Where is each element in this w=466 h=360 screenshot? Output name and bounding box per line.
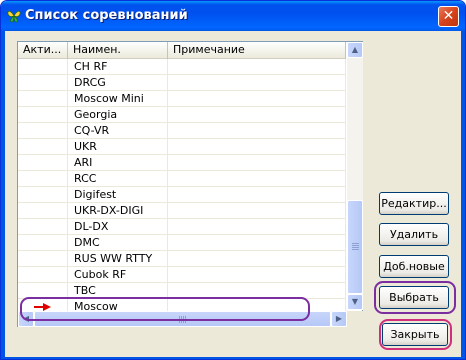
cell-note: [168, 203, 346, 219]
cell-note: [168, 139, 346, 155]
select-button[interactable]: Выбрать: [379, 286, 449, 309]
list-row[interactable]: Georgia: [18, 107, 346, 123]
list-row[interactable]: DL-DX: [18, 219, 346, 235]
cell-active: [18, 203, 68, 219]
cell-name: CQ-VR: [68, 123, 168, 139]
close-window-button[interactable]: ✕: [438, 6, 459, 27]
cell-active: [18, 235, 68, 251]
cell-name: RUS WW RTTY: [68, 251, 168, 267]
delete-button[interactable]: Удалить: [379, 223, 449, 246]
cell-note: [168, 235, 346, 251]
add-new-button[interactable]: Доб.новые: [379, 255, 449, 278]
cell-active: [18, 267, 68, 283]
list-row[interactable]: ARI: [18, 155, 346, 171]
cell-name: UKR-DX-DIGI: [68, 203, 168, 219]
cell-note: [168, 107, 346, 123]
butterfly-icon: [7, 10, 21, 23]
cell-name: DRCG: [68, 75, 168, 91]
cell-name: Moscow Mini: [68, 91, 168, 107]
cell-active: [18, 107, 68, 123]
column-header-active[interactable]: Акти...: [18, 42, 68, 59]
selection-highlight-ring: [20, 297, 310, 321]
cell-name: RCC: [68, 171, 168, 187]
list-row[interactable]: Digifest: [18, 187, 346, 203]
cell-note: [168, 267, 346, 283]
vertical-scrollbar[interactable]: ▲ ▼: [347, 42, 363, 310]
scrollbar-corner: [347, 311, 363, 327]
cell-name: UKR: [68, 139, 168, 155]
cell-name: CH RF: [68, 59, 168, 75]
cell-active: [18, 59, 68, 75]
column-header-name[interactable]: Наимен.: [68, 42, 168, 59]
cell-active: [18, 123, 68, 139]
cell-active: [18, 91, 68, 107]
cell-name: DL-DX: [68, 219, 168, 235]
list-row[interactable]: RCC: [18, 171, 346, 187]
scroll-down-button[interactable]: ▼: [347, 294, 363, 310]
cell-name: ARI: [68, 155, 168, 171]
cell-note: [168, 187, 346, 203]
list-row[interactable]: UKR: [18, 139, 346, 155]
competition-list[interactable]: Акти... Наимен. Примечание CH RF DRCG Mosc…: [17, 41, 363, 327]
cell-note: [168, 171, 346, 187]
list-header: Акти... Наимен. Примечание: [18, 42, 346, 59]
list-row[interactable]: DMC: [18, 235, 346, 251]
cell-active: [18, 139, 68, 155]
list-row[interactable]: DRCG: [18, 75, 346, 91]
scroll-up-button[interactable]: ▲: [347, 42, 363, 58]
cell-name: Georgia: [68, 107, 168, 123]
close-button[interactable]: Закрыть: [382, 323, 448, 346]
cell-active: [18, 251, 68, 267]
edit-button[interactable]: Редактир...: [379, 192, 449, 215]
cell-active: [18, 171, 68, 187]
window-title: Список соревнований: [25, 8, 188, 23]
cell-active: [18, 155, 68, 171]
list-row[interactable]: CH RF: [18, 59, 346, 75]
list-row[interactable]: UKR-DX-DIGI: [18, 203, 346, 219]
cell-name: Digifest: [68, 187, 168, 203]
competition-list-window: Список соревнований ✕ Акти... Наимен. Пр…: [0, 0, 466, 360]
list-row[interactable]: Cubok RF: [18, 267, 346, 283]
cell-note: [168, 251, 346, 267]
vertical-scroll-thumb[interactable]: [347, 200, 363, 294]
cell-active: [18, 187, 68, 203]
cell-active: [18, 75, 68, 91]
scroll-right-button[interactable]: ▶: [331, 311, 347, 327]
list-row[interactable]: CQ-VR: [18, 123, 346, 139]
list-rows: CH RF DRCG Moscow Mini Georgia CQ-VR UKR ARI RC…: [18, 59, 346, 311]
list-row[interactable]: Moscow Mini: [18, 91, 346, 107]
cell-name: DMC: [68, 235, 168, 251]
cell-note: [168, 155, 346, 171]
cell-note: [168, 59, 346, 75]
cell-active: [18, 219, 68, 235]
cell-note: [168, 91, 346, 107]
cell-note: [168, 219, 346, 235]
window-border-left: [1, 31, 5, 357]
window-border-right: [461, 31, 465, 357]
list-row[interactable]: RUS WW RTTY: [18, 251, 346, 267]
title-bar[interactable]: Список соревнований ✕: [1, 1, 465, 31]
column-header-note[interactable]: Примечание: [168, 42, 346, 59]
cell-note: [168, 75, 346, 91]
cell-name: Cubok RF: [68, 267, 168, 283]
cell-note: [168, 123, 346, 139]
